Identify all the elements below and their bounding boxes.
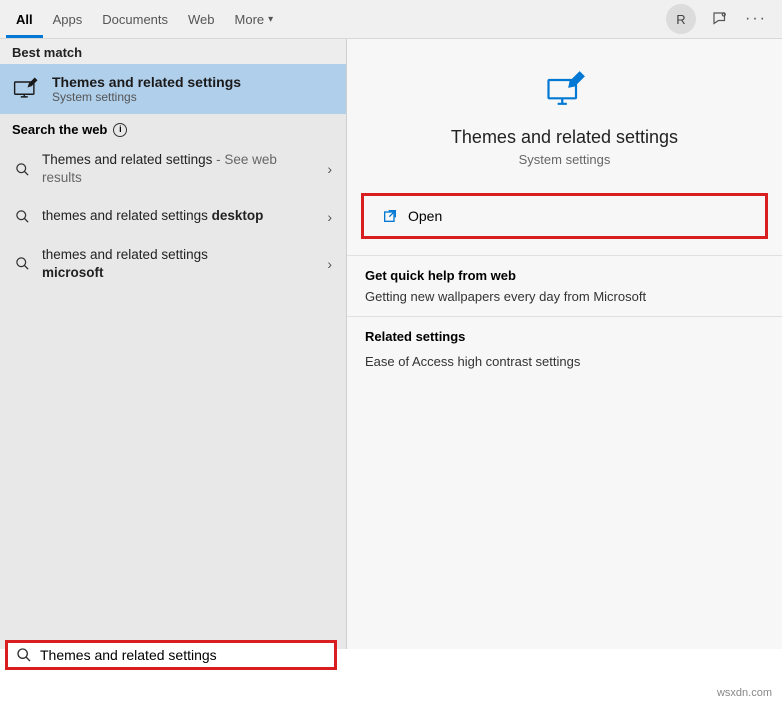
tab-all[interactable]: All bbox=[6, 0, 43, 38]
preview-subtitle: System settings bbox=[363, 152, 766, 167]
search-icon bbox=[12, 256, 32, 271]
tab-more[interactable]: More ▾ bbox=[225, 0, 284, 38]
more-options-icon[interactable]: ··· bbox=[744, 7, 768, 31]
web-result-1[interactable]: themes and related settings desktop › bbox=[0, 197, 346, 235]
open-icon bbox=[382, 208, 398, 224]
web-result-text: themes and related settings desktop bbox=[42, 207, 313, 225]
tab-documents[interactable]: Documents bbox=[92, 0, 178, 38]
web-result-0[interactable]: Themes and related settings - See web re… bbox=[0, 141, 346, 197]
open-label: Open bbox=[408, 208, 442, 224]
quick-help-body[interactable]: Getting new wallpapers every day from Mi… bbox=[365, 289, 764, 304]
watermark: wsxdn.com bbox=[717, 687, 772, 699]
tab-apps[interactable]: Apps bbox=[43, 0, 93, 38]
chevron-right-icon[interactable]: › bbox=[323, 256, 336, 272]
search-icon bbox=[12, 209, 32, 224]
best-match-subtitle: System settings bbox=[52, 90, 241, 104]
chevron-right-icon[interactable]: › bbox=[323, 209, 336, 225]
results-pane: Best match Themes and related settings S… bbox=[0, 39, 347, 649]
search-input[interactable] bbox=[40, 647, 326, 663]
search-icon bbox=[12, 162, 32, 177]
web-result-text: Themes and related settings - See web re… bbox=[42, 151, 313, 187]
search-icon bbox=[16, 647, 32, 663]
preview-header: Themes and related settings System setti… bbox=[347, 39, 782, 177]
web-result-2[interactable]: themes and related settings microsoft › bbox=[0, 236, 346, 292]
themes-icon-large bbox=[543, 69, 587, 113]
tabs-right: R ··· bbox=[666, 4, 776, 34]
search-bar bbox=[5, 640, 337, 670]
web-result-text: themes and related settings microsoft bbox=[42, 246, 313, 282]
search-web-label: Search the web bbox=[12, 122, 107, 137]
related-section: Related settings Ease of Access high con… bbox=[347, 316, 782, 385]
tab-more-label: More bbox=[235, 12, 265, 27]
info-icon[interactable]: i bbox=[113, 123, 127, 137]
best-match-item[interactable]: Themes and related settings System setti… bbox=[0, 64, 346, 114]
tab-web[interactable]: Web bbox=[178, 0, 225, 38]
open-button[interactable]: Open bbox=[361, 193, 768, 239]
preview-title: Themes and related settings bbox=[363, 127, 766, 148]
avatar[interactable]: R bbox=[666, 4, 696, 34]
related-link[interactable]: Ease of Access high contrast settings bbox=[365, 350, 764, 373]
search-web-header: Search the web i bbox=[0, 114, 346, 141]
chevron-right-icon[interactable]: › bbox=[323, 161, 336, 177]
feedback-icon[interactable] bbox=[708, 7, 732, 31]
related-header: Related settings bbox=[365, 329, 764, 344]
best-match-title: Themes and related settings bbox=[52, 74, 241, 90]
best-match-header: Best match bbox=[0, 39, 346, 64]
top-tabs: All Apps Documents Web More ▾ R ··· bbox=[0, 0, 782, 39]
chevron-down-icon: ▾ bbox=[268, 14, 273, 25]
quick-help-section: Get quick help from web Getting new wall… bbox=[347, 255, 782, 316]
themes-icon bbox=[12, 75, 40, 103]
preview-pane: Themes and related settings System setti… bbox=[347, 39, 782, 649]
quick-help-header: Get quick help from web bbox=[365, 268, 764, 283]
best-match-text: Themes and related settings System setti… bbox=[52, 74, 241, 104]
